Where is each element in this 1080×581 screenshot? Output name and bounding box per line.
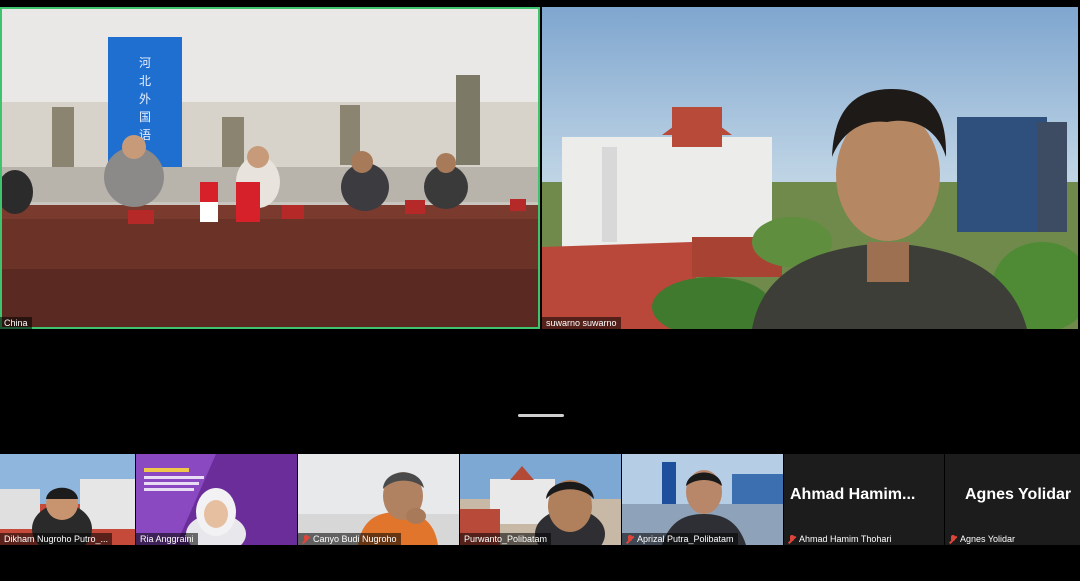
microphone-muted-icon (626, 534, 634, 544)
gallery-resize-handle[interactable] (518, 414, 564, 417)
gallery-tile[interactable]: Canyo Budi Nugroho (298, 454, 459, 545)
participant-name-tag: Aprizal Putra_Polibatam (622, 533, 738, 545)
svg-text:国: 国 (139, 110, 151, 124)
gallery-tile[interactable]: Aprizal Putra_Polibatam (622, 454, 783, 545)
participant-video (298, 454, 459, 545)
participant-name-tag: Canyo Budi Nugroho (298, 533, 401, 545)
participant-name: Aprizal Putra_Polibatam (637, 534, 734, 544)
participant-name-tag: Ahmad Hamim Thohari (784, 533, 895, 545)
svg-text:北: 北 (139, 74, 151, 88)
gallery-tile[interactable]: Ria Anggraini (136, 454, 297, 545)
participant-name: Dikham Nugroho Putro_... (4, 534, 109, 544)
participant-name: Ahmad Hamim Thohari (799, 534, 892, 544)
participant-name: suwarno suwarno (546, 318, 617, 328)
participant-video (136, 454, 297, 545)
participant-name: China (4, 318, 28, 328)
participant-name-tag: Dikham Nugroho Putro_... (0, 533, 113, 545)
participant-video (460, 454, 621, 545)
participant-name-tag: Purwanto_Polibatam (460, 533, 552, 545)
svg-text:河: 河 (139, 56, 151, 70)
svg-text:外: 外 (139, 92, 151, 106)
gallery-tile[interactable]: Dikham Nugroho Putro_... (0, 454, 135, 545)
gallery-tile-no-video[interactable]: Ahmad Hamim... Ahmad Hamim Thohari (784, 454, 944, 545)
participant-video (622, 454, 783, 545)
video-tile-suwarno[interactable]: suwarno suwarno (542, 7, 1078, 329)
microphone-muted-icon (302, 534, 310, 544)
microphone-muted-icon (949, 534, 957, 544)
conference-room-video: 河 北 外 国 语 (0, 7, 540, 329)
participant-video (542, 7, 1078, 329)
gallery-tile[interactable]: Purwanto_Polibatam (460, 454, 621, 545)
participant-name: Agnes Yolidar (960, 534, 1016, 544)
participant-name-tag: Agnes Yolidar (945, 533, 1019, 545)
gallery-tile-no-video[interactable]: Agnes Yolidar Agnes Yolidar (945, 454, 1080, 545)
video-tile-china[interactable]: 河 北 外 国 语 China (0, 7, 540, 329)
participant-name-tag: suwarno suwarno (542, 317, 621, 329)
participant-video (0, 454, 135, 545)
microphone-muted-icon (788, 534, 796, 544)
participant-name: Purwanto_Polibatam (464, 534, 548, 544)
participant-name-tag: Ria Anggraini (136, 533, 198, 545)
participant-name: Ria Anggraini (140, 534, 194, 544)
participant-display-name: Agnes Yolidar (965, 486, 1072, 503)
participant-name-tag: China (0, 317, 32, 329)
participant-name: Canyo Budi Nugroho (313, 534, 397, 544)
participant-display-name: Ahmad Hamim... (790, 486, 916, 503)
